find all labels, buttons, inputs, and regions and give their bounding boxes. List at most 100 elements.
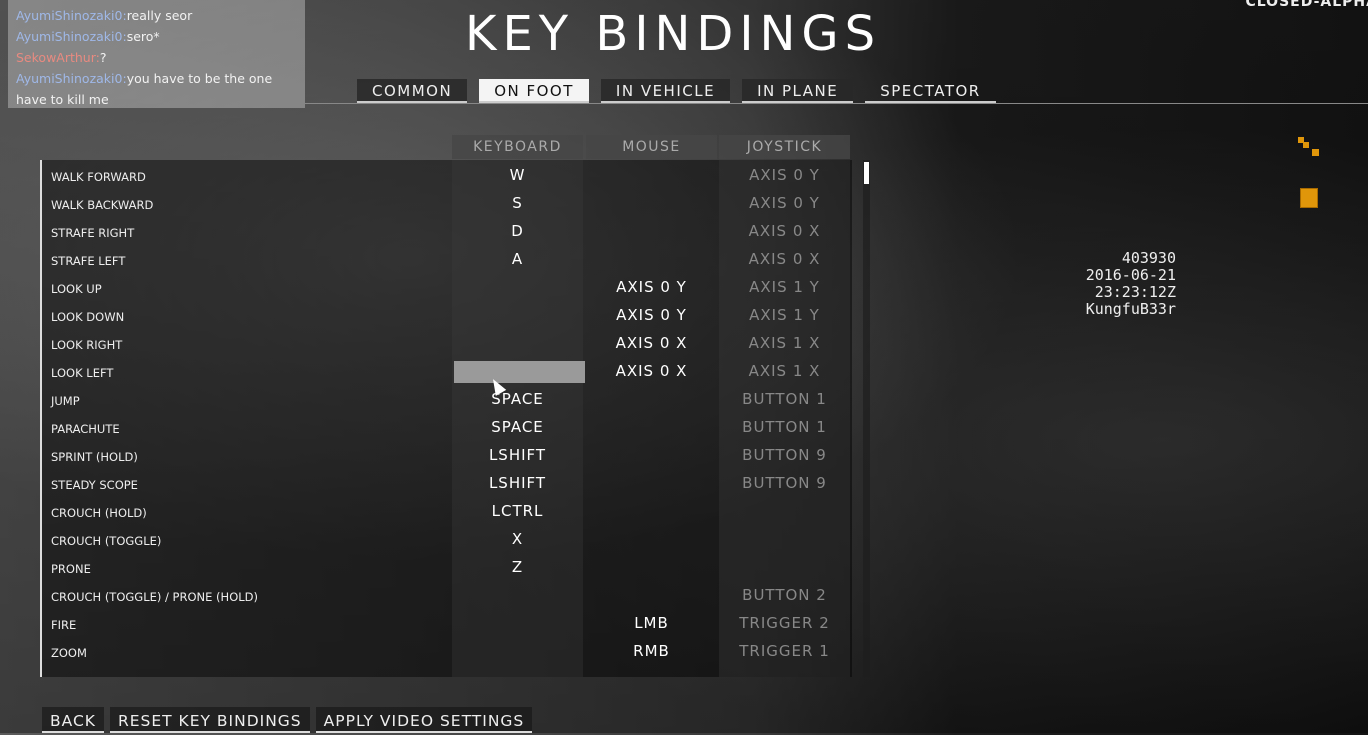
joystick-binding[interactable]: BUTTON 2 [719, 586, 850, 604]
joystick-binding[interactable]: BUTTON 1 [719, 418, 850, 436]
chat-user: AyumiShinozaki0 [16, 8, 123, 23]
keyboard-binding[interactable]: SPACE [452, 390, 583, 408]
action-label: CROUCH (TOGGLE) / PRONE (HOLD) [51, 590, 258, 604]
chat-box: AyumiShinozaki0:really seor AyumiShinozak… [8, 0, 305, 108]
action-label: STRAFE RIGHT [51, 226, 135, 240]
chat-user: AyumiShinozaki0 [16, 71, 123, 86]
scrollbar-thumb[interactable] [864, 162, 869, 184]
action-label: WALK BACKWARD [51, 198, 154, 212]
action-label: CROUCH (TOGGLE) [51, 534, 162, 548]
keyboard-binding[interactable]: X [452, 530, 583, 548]
binding-row: JUMP SPACE BUTTON 1 [42, 386, 852, 414]
binding-row: FIRE LMB TRIGGER 2 [42, 610, 852, 638]
session-date: 2016-06-21 [1085, 266, 1176, 284]
binding-row: ZOOM RMB TRIGGER 1 [42, 638, 852, 666]
binding-row: LOOK RIGHT AXIS 0 X AXIS 1 X [42, 330, 852, 358]
mouse-binding[interactable]: AXIS 0 Y [586, 306, 717, 324]
joystick-binding[interactable]: AXIS 0 Y [719, 194, 850, 212]
reset-key-bindings-button[interactable]: RESET KEY BINDINGS [109, 707, 310, 733]
column-header-keyboard: KEYBOARD [452, 135, 583, 159]
binding-row: WALK FORWARD W AXIS 0 Y [42, 162, 852, 190]
joystick-binding[interactable]: AXIS 1 Y [719, 278, 850, 296]
action-label: WALK FORWARD [51, 170, 146, 184]
scrollbar[interactable] [863, 160, 870, 677]
chat-user: AyumiShinozaki0 [16, 29, 123, 44]
binding-row: PRONE Z [42, 554, 852, 582]
binding-row: CROUCH (TOGGLE) / PRONE (HOLD) BUTTON 2 [42, 582, 852, 610]
binding-row: LOOK LEFT AXIS 0 X AXIS 1 X [42, 358, 852, 386]
binding-row: PARACHUTE SPACE BUTTON 1 [42, 414, 852, 442]
action-label: ZOOM [51, 646, 87, 660]
joystick-binding[interactable]: AXIS 1 X [719, 334, 850, 352]
chat-text: really seor [126, 8, 193, 23]
session-time: 23:23:12Z [1094, 283, 1176, 301]
chat-text: sero* [126, 29, 160, 44]
action-label: SPRINT (HOLD) [51, 450, 138, 464]
keyboard-binding[interactable]: LSHIFT [452, 474, 583, 492]
tab-spectator[interactable]: SPECTATOR [865, 79, 996, 103]
chat-user: SekowArthur [16, 50, 96, 65]
joystick-binding[interactable]: TRIGGER 1 [719, 642, 850, 660]
keyboard-binding[interactable]: SPACE [452, 418, 583, 436]
action-label: LOOK LEFT [51, 366, 114, 380]
keyboard-binding[interactable]: S [452, 194, 583, 212]
bottom-buttons: BACK RESET KEY BINDINGS APPLY VIDEO SETT… [42, 707, 533, 733]
action-label: LOOK DOWN [51, 310, 125, 324]
build-label: CLOSED-ALPHA [1245, 0, 1368, 10]
binding-row: STRAFE LEFT A AXIS 0 X [42, 246, 852, 274]
binding-row: CROUCH (TOGGLE) X [42, 526, 852, 554]
keyboard-binding[interactable]: W [452, 166, 583, 184]
bindings-table: WALK FORWARD W AXIS 0 Y WALK BACKWARD S A… [40, 160, 852, 677]
mouse-binding[interactable]: RMB [586, 642, 717, 660]
joystick-binding[interactable]: BUTTON 9 [719, 474, 850, 492]
tab-common[interactable]: COMMON [357, 79, 468, 103]
joystick-binding[interactable]: TRIGGER 2 [719, 614, 850, 632]
keyboard-binding[interactable]: D [452, 222, 583, 240]
action-label: FIRE [51, 618, 77, 632]
joystick-binding[interactable]: AXIS 0 X [719, 250, 850, 268]
joystick-binding[interactable]: AXIS 0 Y [719, 166, 850, 184]
keyboard-binding[interactable]: LCTRL [452, 502, 583, 520]
tab-in-plane[interactable]: IN PLANE [742, 79, 854, 103]
action-label: LOOK RIGHT [51, 338, 123, 352]
action-label: PRONE [51, 562, 91, 576]
keyboard-binding[interactable]: A [452, 250, 583, 268]
binding-row: LOOK UP AXIS 0 Y AXIS 1 Y [42, 274, 852, 302]
back-button[interactable]: BACK [42, 707, 104, 733]
chat-text: ? [99, 50, 107, 65]
column-header-joystick: JOYSTICK [719, 135, 850, 159]
chat-message: AyumiShinozaki0:you have to be the one h… [16, 71, 273, 107]
mouse-binding[interactable]: AXIS 0 X [586, 362, 717, 380]
squad-icon [1298, 137, 1319, 156]
session-id: 403930 [1121, 249, 1176, 267]
chat-message: AyumiShinozaki0:sero* [16, 29, 160, 44]
session-info: 403930 2016-06-21 23:23:12Z KungfuB33r [1086, 250, 1176, 318]
joystick-binding[interactable]: AXIS 1 Y [719, 306, 850, 324]
action-label: LOOK UP [51, 282, 102, 296]
binding-row: CROUCH (HOLD) LCTRL [42, 498, 852, 526]
joystick-binding[interactable]: BUTTON 9 [719, 446, 850, 464]
action-label: JUMP [51, 394, 80, 408]
tab-in-vehicle[interactable]: IN VEHICLE [600, 79, 731, 103]
binding-row: STRAFE RIGHT D AXIS 0 X [42, 218, 852, 246]
action-label: STRAFE LEFT [51, 254, 126, 268]
objective-icon [1300, 188, 1318, 208]
action-label: PARACHUTE [51, 422, 120, 436]
joystick-binding[interactable]: AXIS 0 X [719, 222, 850, 240]
joystick-binding[interactable]: BUTTON 1 [719, 390, 850, 408]
tab-on-foot[interactable]: ON FOOT [479, 79, 589, 103]
binding-row: SPRINT (HOLD) LSHIFT BUTTON 9 [42, 442, 852, 470]
binding-row: STEADY SCOPE LSHIFT BUTTON 9 [42, 470, 852, 498]
binding-row: WALK BACKWARD S AXIS 0 Y [42, 190, 852, 218]
header-divider [305, 103, 1368, 104]
keyboard-binding[interactable]: LSHIFT [452, 446, 583, 464]
mouse-binding[interactable]: AXIS 0 X [586, 334, 717, 352]
column-header-mouse: MOUSE [586, 135, 717, 159]
action-label: CROUCH (HOLD) [51, 506, 147, 520]
keyboard-binding[interactable]: Z [452, 558, 583, 576]
joystick-binding[interactable]: AXIS 1 X [719, 362, 850, 380]
apply-video-settings-button[interactable]: APPLY VIDEO SETTINGS [315, 707, 533, 733]
mouse-binding[interactable]: AXIS 0 Y [586, 278, 717, 296]
mouse-binding[interactable]: LMB [586, 614, 717, 632]
chat-message: SekowArthur:? [16, 50, 107, 65]
